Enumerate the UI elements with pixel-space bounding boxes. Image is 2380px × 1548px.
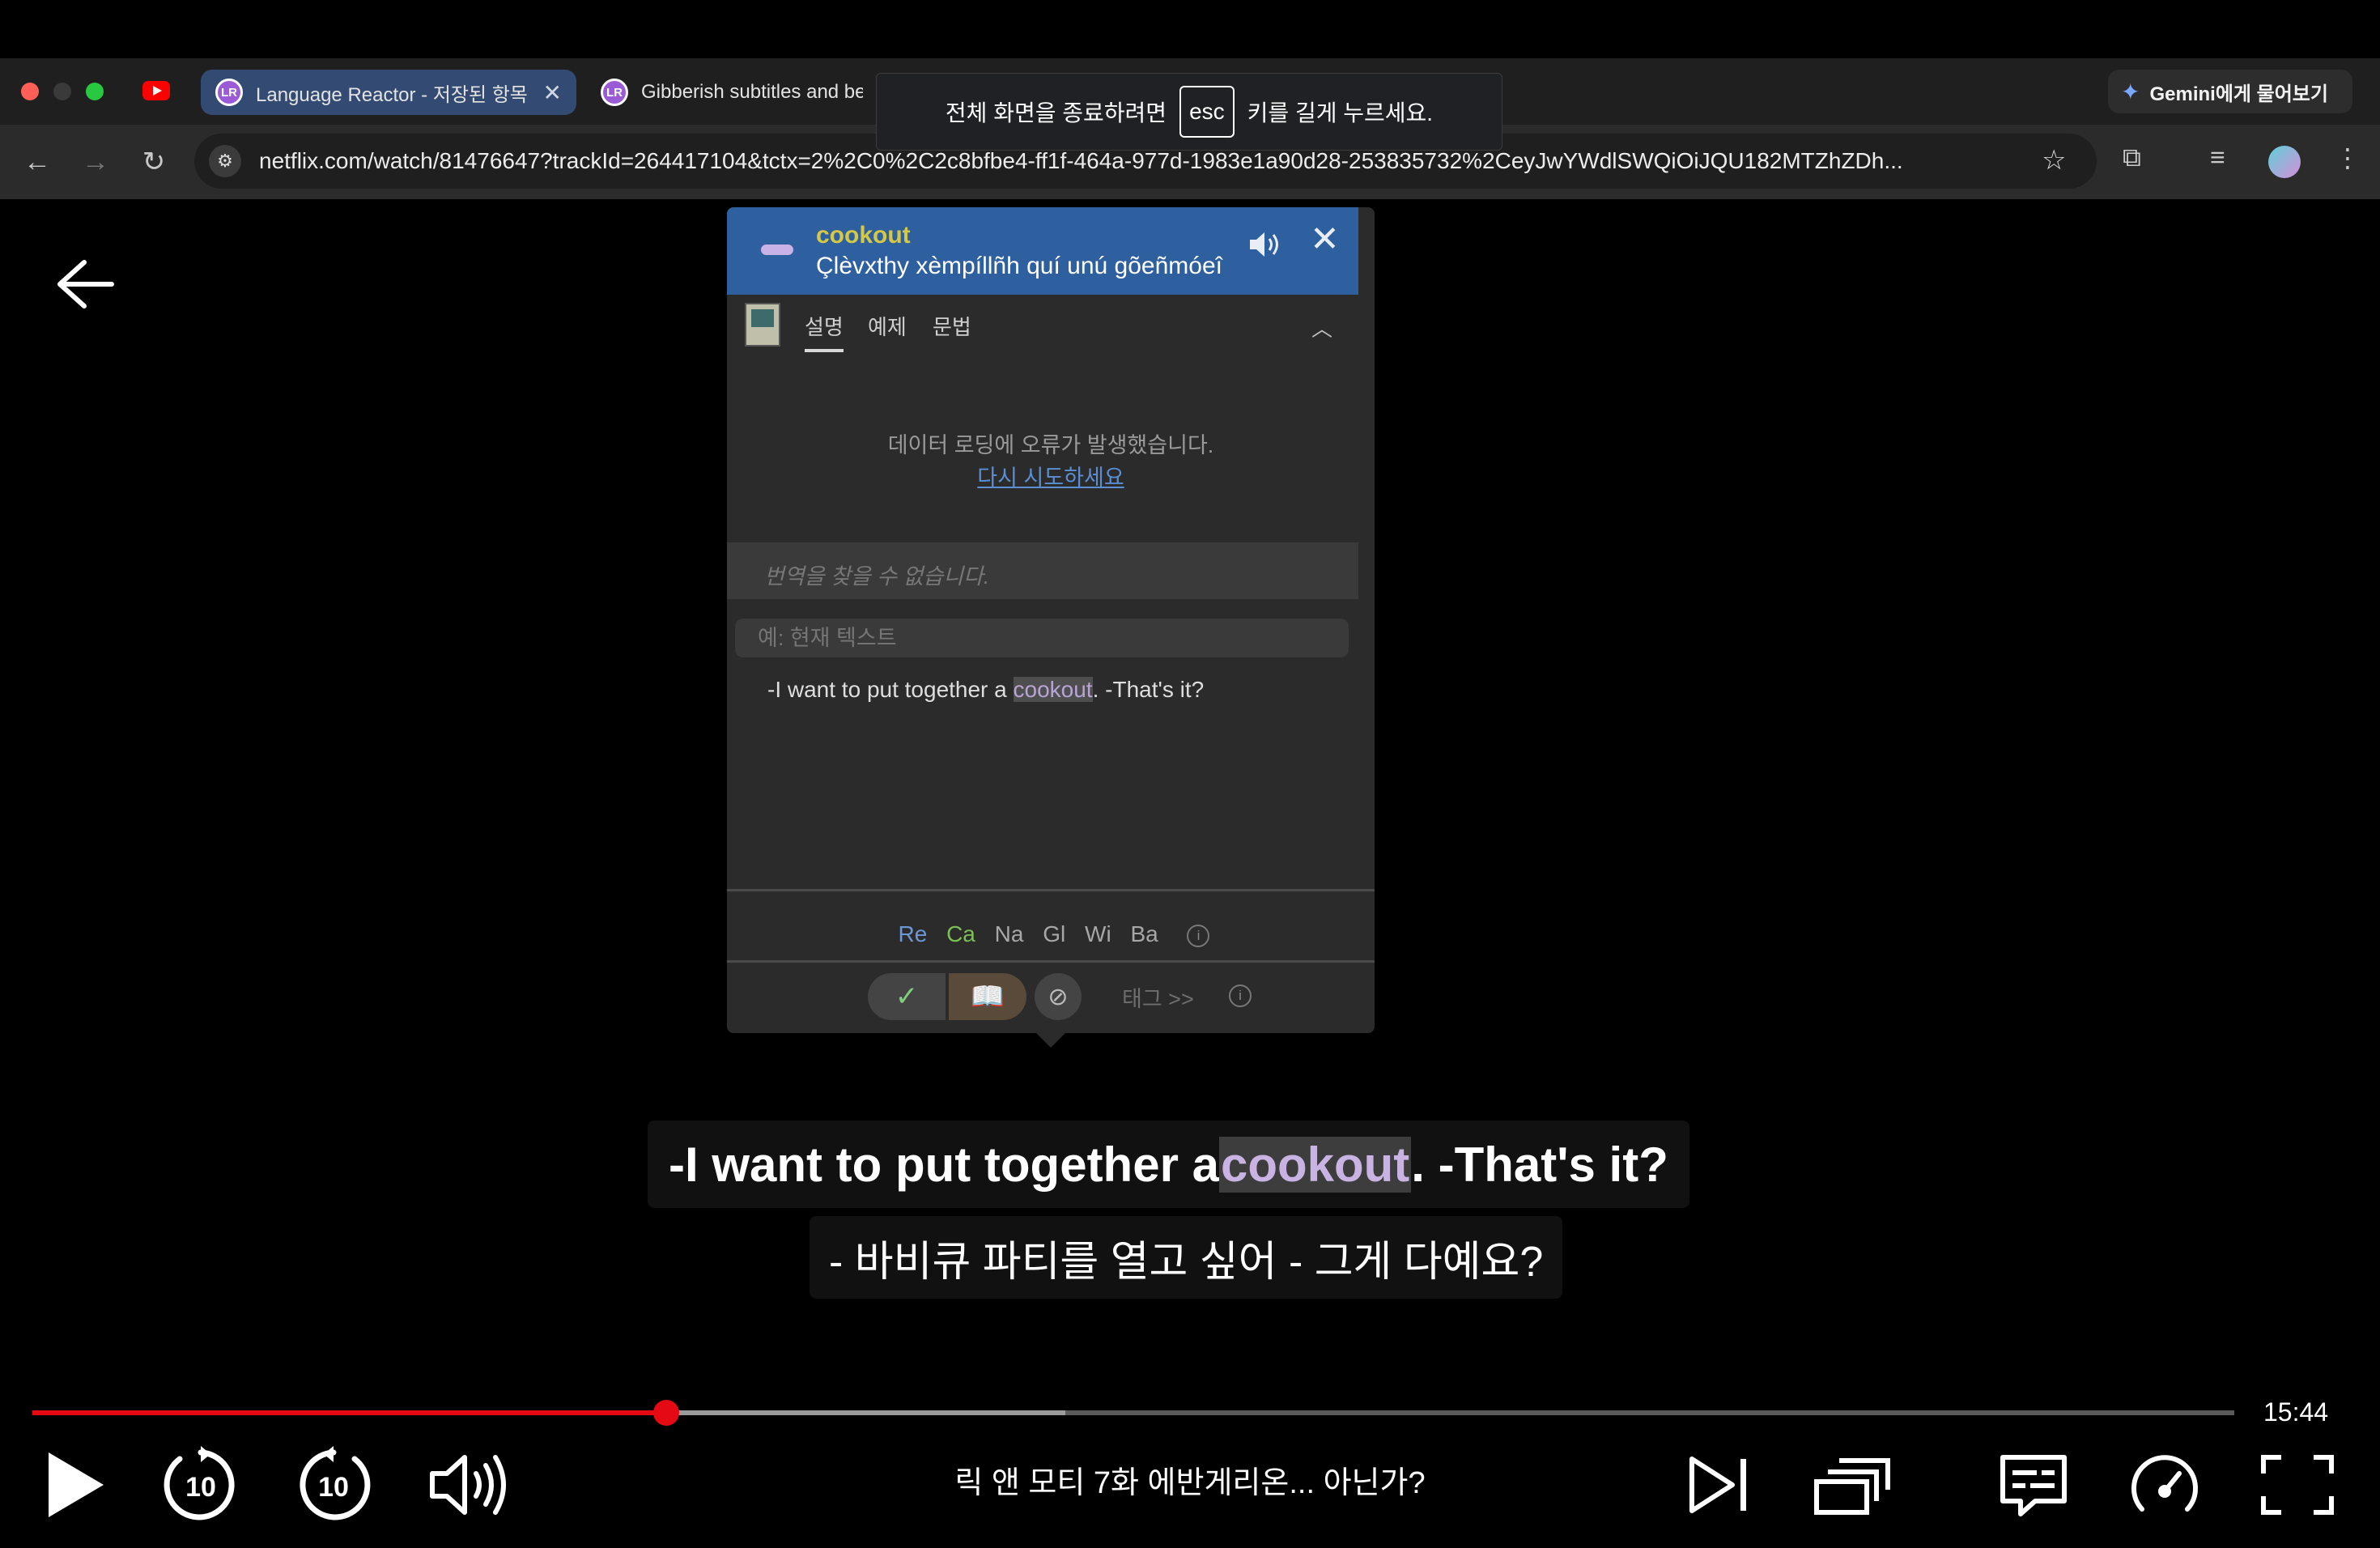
- language-reactor-icon: LR: [215, 79, 243, 106]
- chevron-up-icon[interactable]: ︿: [1311, 313, 1332, 342]
- next-episode-icon[interactable]: [1687, 1454, 1752, 1516]
- language-reactor-icon: LR: [601, 79, 628, 106]
- fullscreen-icon[interactable]: [2260, 1454, 2335, 1516]
- subtitle-highlight-word[interactable]: cookout: [1218, 1136, 1412, 1193]
- youtube-pinned-tab-icon[interactable]: [142, 81, 170, 100]
- example-after: . -That's it?: [1092, 677, 1205, 702]
- lookup-word: cookout: [816, 222, 911, 249]
- error-message: 데이터 로딩에 오류가 발생했습니다.: [887, 433, 1214, 457]
- minimize-window-button[interactable]: [53, 83, 71, 100]
- media-controls-icon[interactable]: ≡: [2210, 142, 2225, 172]
- info-icon[interactable]: i: [1187, 924, 1210, 947]
- ignore-word-icon[interactable]: ⊘: [1035, 973, 1082, 1020]
- dict-link-wi[interactable]: Wi: [1085, 921, 1111, 946]
- info-icon[interactable]: i: [1229, 985, 1252, 1007]
- retry-link[interactable]: 다시 시도하세요: [727, 460, 1375, 491]
- ask-gemini-label: Gemini에게 물어보기: [2149, 83, 2328, 105]
- no-translation-message: 번역을 찾을 수 없습니다.: [727, 542, 1358, 599]
- progress-played: [32, 1410, 667, 1415]
- dictionary-links: Re Ca Na Gl Wi Ba i: [727, 921, 1375, 947]
- gemini-sparkle-icon: ✦: [2121, 79, 2140, 104]
- speaker-icon[interactable]: [1245, 225, 1284, 264]
- toast-text-before: 전체 화면을 종료하려면: [945, 100, 1167, 125]
- dict-link-ca[interactable]: Ca: [946, 921, 975, 946]
- tab-examples[interactable]: 예제: [868, 311, 907, 341]
- popup-divider: [727, 960, 1375, 963]
- mark-known-check-icon[interactable]: ✓: [868, 973, 946, 1020]
- tag-link[interactable]: 태그 >>: [1122, 981, 1194, 1013]
- dictionary-popup: cookout Çlèvxthy xèmpíllñh quí unú gõeñm…: [727, 207, 1375, 1033]
- toast-text-after: 키를 길게 누르세요.: [1247, 100, 1434, 125]
- example-before: -I want to put together a: [767, 677, 1014, 702]
- esc-key-badge: esc: [1179, 86, 1235, 138]
- subtitle-before: -I want to put together a: [669, 1137, 1219, 1192]
- mark-learning-book-icon[interactable]: 📖: [949, 973, 1026, 1020]
- back-arrow-icon[interactable]: [52, 256, 117, 313]
- dict-link-ba[interactable]: Ba: [1130, 921, 1158, 946]
- subtitles-icon[interactable]: [2000, 1454, 2068, 1519]
- playback-speed-icon[interactable]: [2129, 1451, 2200, 1522]
- gibberish-translation: Çlèvxthy xèmpíllñh quí unú gõeñmóeî: [816, 253, 1222, 279]
- close-window-button[interactable]: [21, 83, 39, 100]
- close-popup-icon[interactable]: ✕: [1310, 219, 1340, 260]
- word-color-pill: [761, 245, 793, 255]
- popup-pointer: [1035, 1031, 1067, 1048]
- progress-scrubber[interactable]: [653, 1400, 680, 1426]
- korean-subtitle: - 바비큐 파티를 열고 싶어 - 그게 다예요?: [810, 1216, 1563, 1299]
- tab-language-reactor[interactable]: LR Language Reactor - 저장된 항목 ✕: [201, 70, 576, 115]
- url-text: netflix.com/watch/81476647?trackId=26441…: [259, 148, 1903, 173]
- episodes-icon[interactable]: [1813, 1454, 1891, 1516]
- computer-icon: [745, 303, 780, 347]
- example-sentence: -I want to put together a cookout. -That…: [767, 677, 1204, 703]
- back-icon[interactable]: ←: [18, 142, 57, 181]
- example-search-input[interactable]: [735, 619, 1349, 657]
- tab-title: Gibberish subtitles and be: [641, 81, 863, 103]
- ask-gemini-button[interactable]: ✦ Gemini에게 물어보기: [2108, 70, 2352, 113]
- tab-title: Language Reactor - 저장된 항목: [256, 83, 528, 106]
- dict-link-na[interactable]: Na: [995, 921, 1024, 946]
- dict-link-gl[interactable]: Gl: [1043, 921, 1065, 946]
- popup-divider: [727, 889, 1375, 891]
- tab-gibberish-subtitles[interactable]: LR Gibberish subtitles and be: [586, 70, 878, 115]
- tab-grammar[interactable]: 문법: [933, 311, 971, 341]
- dict-link-re[interactable]: Re: [899, 921, 928, 946]
- site-settings-icon[interactable]: ⚙: [209, 145, 241, 177]
- zoom-window-button[interactable]: [86, 83, 104, 100]
- subtitle-after: . -That's it?: [1411, 1137, 1668, 1192]
- popup-header: cookout Çlèvxthy xèmpíllñh quí unú gõeñm…: [727, 207, 1358, 295]
- bookmark-star-icon[interactable]: ☆: [2042, 144, 2066, 176]
- example-highlight-word[interactable]: cookout: [1013, 677, 1093, 702]
- profile-avatar[interactable]: [2268, 146, 2301, 178]
- extensions-puzzle-icon[interactable]: ⧉: [2123, 142, 2141, 173]
- time-remaining: 15:44: [2263, 1397, 2329, 1427]
- close-tab-icon[interactable]: ✕: [543, 79, 562, 106]
- forward-icon[interactable]: →: [76, 142, 115, 181]
- reload-icon[interactable]: ↻: [134, 142, 173, 181]
- english-subtitle: -I want to put together a cookout. -That…: [648, 1121, 1689, 1208]
- menu-dots-icon[interactable]: ⋮: [2335, 142, 2361, 173]
- tab-description[interactable]: 설명: [805, 311, 844, 352]
- fullscreen-exit-toast: 전체 화면을 종료하려면 esc 키를 길게 누르세요.: [876, 73, 1502, 151]
